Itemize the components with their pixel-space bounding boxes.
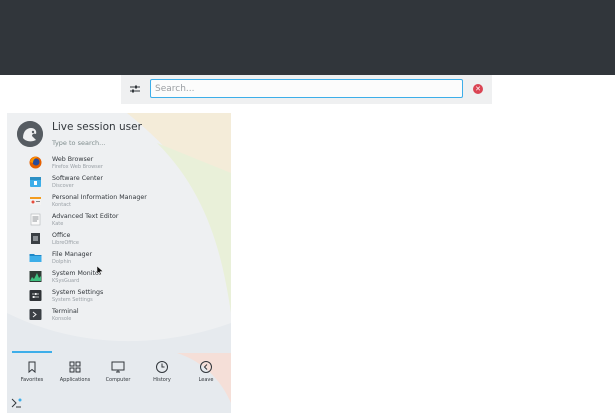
tab-history[interactable]: History: [140, 358, 184, 388]
launcher-tabs: Favorites Applications Computer History …: [7, 358, 231, 388]
item-description: Dolphin: [52, 259, 72, 265]
tab-label: History: [153, 377, 171, 383]
item-name: System Monitor: [52, 270, 102, 277]
list-item[interactable]: System Monitor KSysGuard: [7, 267, 231, 286]
tab-computer[interactable]: Computer: [96, 358, 140, 388]
clock-icon: [156, 361, 168, 373]
clear-icon[interactable]: ✕: [473, 84, 483, 94]
item-description: Firefox Web Browser: [52, 164, 103, 170]
item-name: Advanced Text Editor: [52, 213, 119, 220]
item-name: File Manager: [52, 251, 93, 258]
software-center-icon: [30, 177, 41, 187]
grid-icon: [69, 361, 81, 373]
firefox-icon: [29, 156, 42, 169]
item-name: Web Browser: [52, 156, 94, 163]
text-editor-icon: [30, 213, 41, 226]
tab-label: Leave: [198, 377, 214, 383]
active-tab-indicator: [12, 351, 52, 353]
item-description: LibreOffice: [52, 240, 79, 246]
list-item[interactable]: System Settings System Settings: [7, 286, 231, 305]
back-arrow-icon: [200, 361, 212, 373]
item-description: Kontact: [52, 202, 71, 208]
item-description: System Settings: [52, 297, 93, 303]
folder-icon: [29, 254, 42, 262]
search-input[interactable]: [150, 79, 463, 98]
item-name: Personal Information Manager: [52, 194, 147, 201]
configure-launcher-icon[interactable]: [9, 396, 23, 410]
monitor-icon: [111, 361, 125, 373]
application-launcher: Live session user Type to search... Web …: [7, 113, 231, 413]
kontact-icon: [30, 197, 41, 205]
system-monitor-icon: [29, 271, 42, 282]
bookmark-icon: [28, 361, 36, 374]
list-item[interactable]: Personal Information Manager Kontact: [7, 191, 231, 210]
list-item[interactable]: Web Browser Firefox Web Browser: [7, 153, 231, 172]
item-name: Office: [52, 232, 71, 239]
configure-icon[interactable]: [129, 83, 141, 95]
item-name: Software Center: [52, 175, 103, 182]
user-header: Live session user Type to search...: [7, 113, 231, 153]
tab-applications[interactable]: Applications: [53, 358, 97, 388]
top-panel: [0, 0, 615, 75]
krunner-search-bar: ✕: [121, 75, 492, 104]
tab-label: Favorites: [20, 377, 44, 383]
office-icon: [31, 233, 40, 244]
list-item[interactable]: Terminal Konsole: [7, 305, 231, 324]
item-description: Discover: [52, 183, 74, 189]
item-description: Kate: [52, 221, 64, 227]
user-avatar[interactable]: [17, 121, 43, 147]
item-name: System Settings: [52, 289, 104, 296]
list-item[interactable]: Software Center Discover: [7, 172, 231, 191]
mouse-pointer-icon: [97, 266, 104, 276]
item-name: Terminal: [52, 308, 79, 315]
list-item[interactable]: Advanced Text Editor Kate: [7, 210, 231, 229]
tab-favorites[interactable]: Favorites: [10, 358, 54, 388]
list-item[interactable]: Office LibreOffice: [7, 229, 231, 248]
list-item[interactable]: File Manager Dolphin: [7, 248, 231, 267]
item-description: Konsole: [52, 316, 72, 322]
search-hint: Type to search...: [52, 139, 106, 147]
user-name: Live session user: [52, 121, 142, 133]
settings-icon: [29, 290, 42, 301]
terminal-icon: [29, 309, 42, 320]
tab-leave[interactable]: Leave: [184, 358, 228, 388]
tab-label: Applications: [59, 377, 91, 383]
item-description: KSysGuard: [52, 278, 80, 284]
tab-label: Computer: [105, 377, 131, 383]
